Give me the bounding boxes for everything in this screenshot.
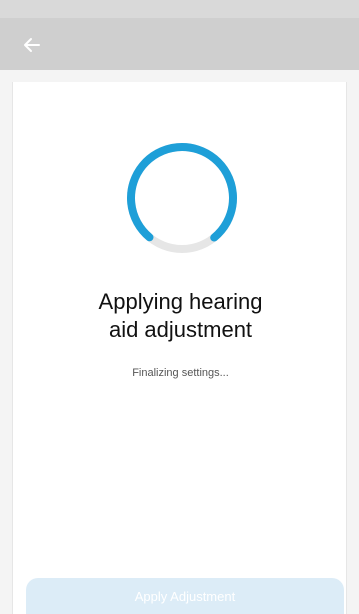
progress-spinner bbox=[127, 143, 237, 253]
status-bar bbox=[0, 0, 359, 18]
progress-title-line2: aid adjustment bbox=[108, 317, 253, 342]
progress-card: Applying hearing aid adjustment Finalizi… bbox=[12, 82, 347, 614]
apply-adjustment-button[interactable]: Apply Adjustment bbox=[26, 578, 344, 614]
progress-title-line1: Applying hearing bbox=[98, 289, 263, 314]
back-button[interactable] bbox=[20, 34, 44, 56]
app-bar bbox=[0, 18, 359, 70]
arrow-left-icon bbox=[24, 38, 40, 52]
progress-status: Finalizing settings... bbox=[132, 367, 229, 379]
progress-title: Applying hearing aid adjustment bbox=[13, 288, 348, 344]
spinner-arc bbox=[127, 143, 237, 253]
